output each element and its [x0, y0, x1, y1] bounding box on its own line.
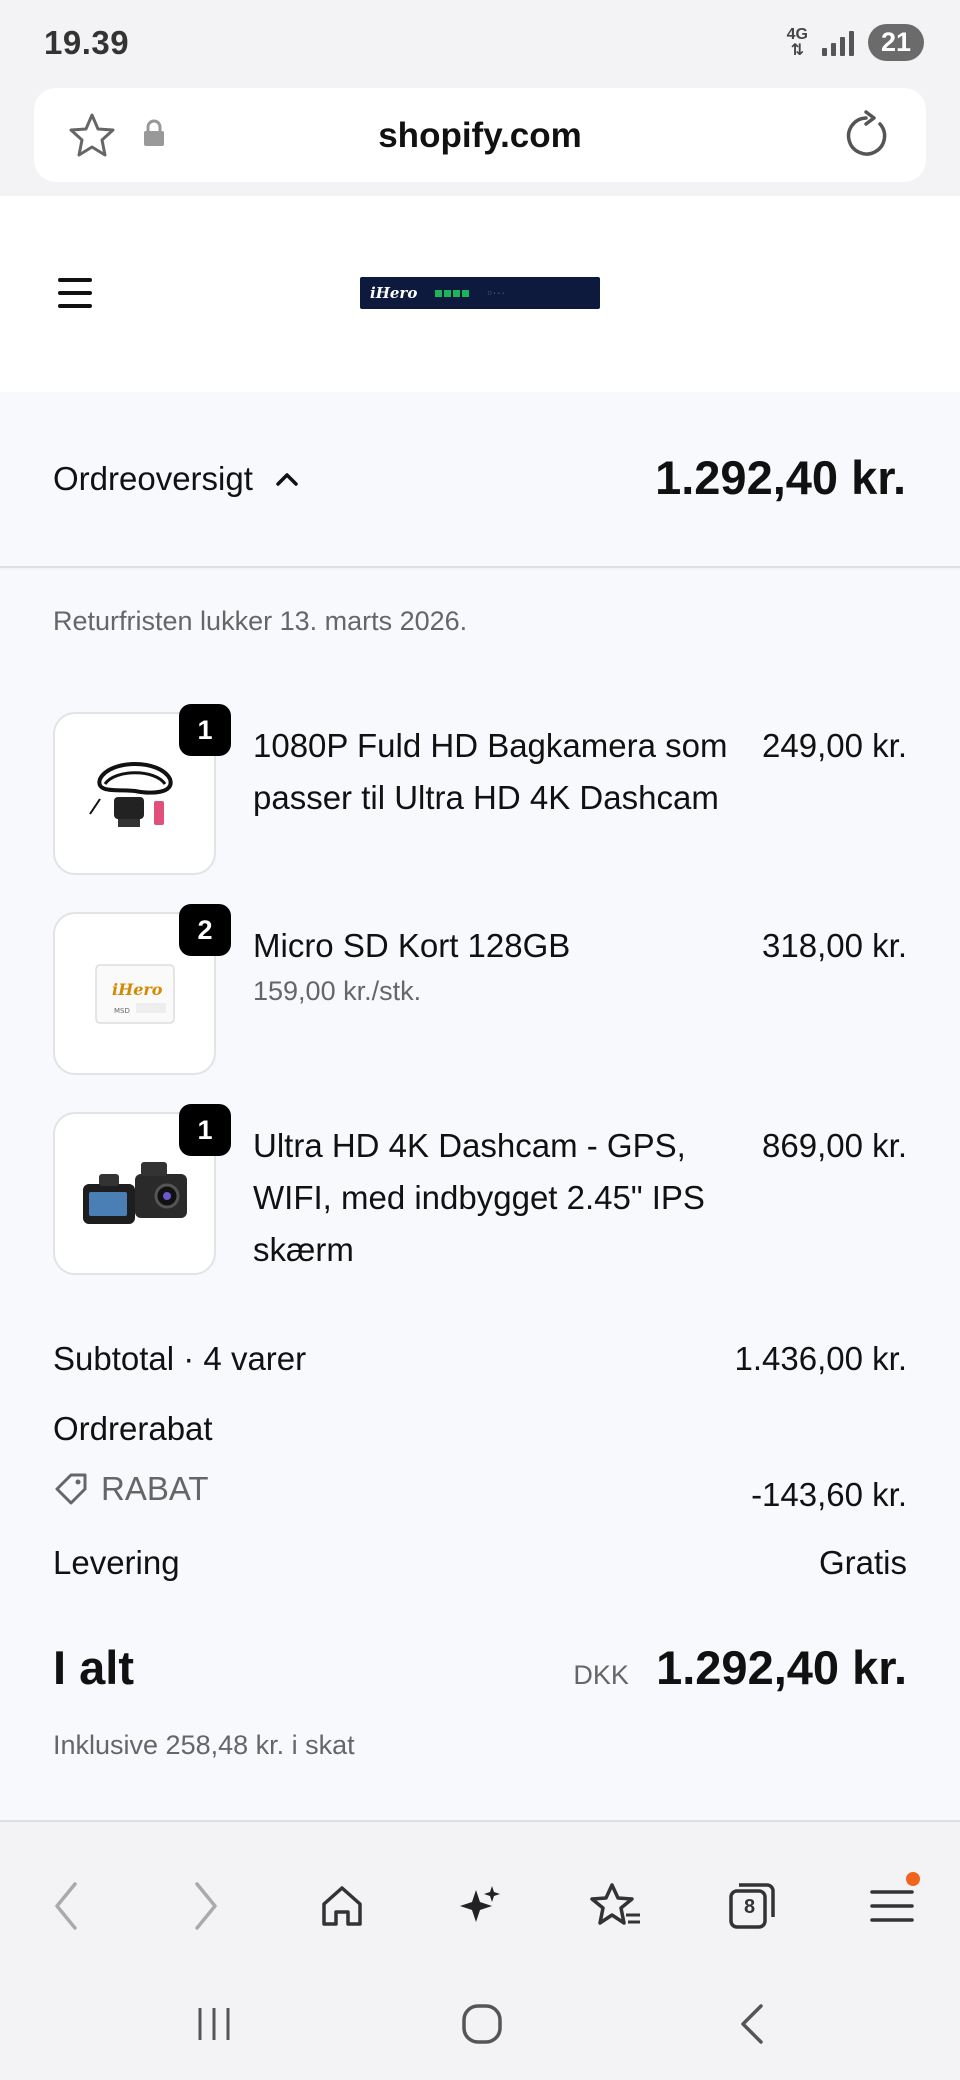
home-button[interactable]	[312, 1878, 372, 1934]
bookmarks-star-icon	[590, 1883, 640, 1925]
url-text[interactable]: shopify.com	[34, 116, 926, 156]
home-circle-icon	[462, 2004, 502, 2044]
subtotal-row: Subtotal · 4 varer 1.436,00 kr.	[53, 1340, 907, 1378]
product-image: 1	[53, 1104, 231, 1275]
back-button[interactable]	[36, 1878, 96, 1934]
discount-code: RABAT	[101, 1470, 209, 1507]
tabs-count: 8	[744, 1896, 756, 1918]
bookmarks-button[interactable]	[586, 1878, 646, 1934]
tabs-button[interactable]: 8	[722, 1878, 782, 1934]
discount-code-row: RABAT -143,60 kr.	[53, 1470, 907, 1513]
recent-apps-button[interactable]	[184, 1994, 244, 2054]
quantity-badge: 2	[179, 904, 231, 956]
discount-value: -143,60 kr.	[751, 1476, 907, 1513]
logo-text: iHero	[370, 284, 418, 302]
line-item: 1 Ultra HD 4K Dashcam - GPS, WIFI, med i…	[53, 1104, 907, 1282]
forward-button[interactable]	[176, 1878, 236, 1934]
shipping-value: Gratis	[818, 1544, 907, 1581]
total-currency: DKK	[573, 1660, 629, 1690]
product-price: 249,00 kr.	[762, 727, 907, 764]
product-name: 1080P Fuld HD Bagkamera som passer til U…	[253, 727, 728, 816]
order-discount-row: Ordrerabat	[53, 1410, 907, 1448]
store-header: iHero ◌ · · ·	[0, 196, 960, 392]
product-name: Ultra HD 4K Dashcam - GPS, WIFI, med ind…	[253, 1127, 705, 1268]
svg-text:MSD: MSD	[114, 1007, 130, 1015]
sparkle-icon	[460, 1886, 500, 1922]
order-summary-toggle[interactable]: Ordreoversigt	[53, 460, 299, 498]
order-summary-total: 1.292,40 kr.	[655, 451, 906, 504]
browser-toolbar: 8	[0, 1838, 960, 1966]
battery-indicator: 21	[868, 24, 924, 61]
shipping-row: Levering Gratis	[53, 1544, 907, 1582]
order-details: Returfristen lukker 13. marts 2026. 1 10…	[0, 570, 960, 1822]
total-value: 1.292,40 kr.	[656, 1641, 907, 1694]
browser-menu-button[interactable]	[862, 1872, 922, 1934]
home-icon	[322, 1886, 362, 1926]
logo-details-icon: ◌ · · ·	[487, 289, 505, 297]
return-deadline-note: Returfristen lukker 13. marts 2026.	[53, 606, 468, 636]
product-price: 869,00 kr.	[762, 1127, 907, 1164]
product-image: iHero MSD 2	[53, 904, 231, 1075]
assistant-button[interactable]	[450, 1878, 510, 1934]
reload-icon[interactable]	[842, 110, 890, 165]
shipping-label: Levering	[53, 1544, 180, 1581]
recent-apps-icon	[198, 2008, 230, 2040]
menu-lines-icon	[870, 1890, 914, 1922]
signal-icon	[822, 30, 854, 56]
order-summary-bar[interactable]: Ordreoversigt 1.292,40 kr.	[0, 392, 960, 568]
total-amount: DKK 1.292,40 kr.	[573, 1640, 907, 1695]
url-bar[interactable]: shopify.com	[34, 88, 926, 182]
product-name: Micro SD Kort 128GB	[253, 927, 571, 964]
quantity-badge: 1	[179, 1104, 231, 1156]
menu-icon[interactable]	[58, 278, 92, 308]
subtotal-value: 1.436,00 kr.	[734, 1340, 907, 1377]
divider	[0, 1820, 960, 1822]
store-logo[interactable]: iHero ◌ · · ·	[360, 277, 600, 309]
product-image: 1	[53, 704, 231, 875]
quantity-badge: 1	[179, 704, 231, 756]
unit-price: 159,00 kr./stk.	[253, 976, 422, 1006]
network-indicator: 4G ⇅	[786, 25, 808, 59]
product-price: 318,00 kr.	[762, 927, 907, 964]
network-label: 4G	[786, 25, 808, 43]
back-arrow-icon	[741, 2004, 763, 2044]
total-label: I alt	[53, 1641, 134, 1694]
status-time: 19.39	[44, 24, 130, 61]
tag-icon	[55, 1473, 87, 1505]
back-nav-button[interactable]	[722, 1994, 782, 2054]
rating-stars-icon	[435, 289, 470, 297]
chevron-up-icon	[276, 473, 298, 486]
home-nav-button[interactable]	[452, 1994, 512, 2054]
line-item: 1 1080P Fuld HD Bagkamera som passer til…	[53, 704, 907, 882]
notification-dot	[906, 1872, 920, 1886]
system-navigation	[0, 1966, 960, 2080]
status-bar: 19.39 4G ⇅ 21	[0, 0, 960, 86]
data-arrows-icon: ⇅	[790, 41, 805, 59]
chevron-left-icon	[55, 1882, 77, 1930]
status-icons: 4G ⇅ 21	[787, 24, 924, 61]
total-row: I alt DKK 1.292,40 kr.	[53, 1640, 907, 1700]
tax-note: Inklusive 258,48 kr. i skat	[53, 1730, 355, 1760]
chevron-right-icon	[195, 1882, 217, 1930]
order-discount-label: Ordrerabat	[53, 1410, 213, 1447]
line-item: iHero MSD 2 Micro SD Kort 128GB 159,00 k…	[53, 904, 907, 1082]
svg-text:iHero: iHero	[112, 980, 163, 999]
subtotal-label: Subtotal · 4 varer	[53, 1340, 307, 1377]
order-summary-label: Ordreoversigt	[53, 460, 253, 497]
